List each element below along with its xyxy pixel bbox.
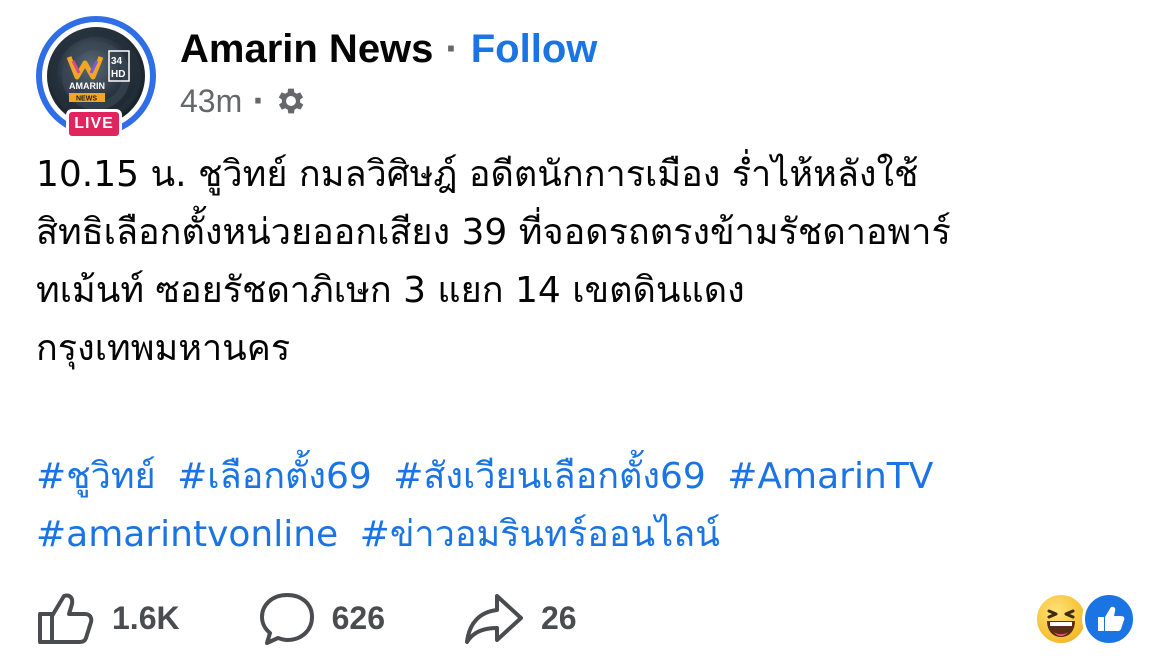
post-line: 10.15 น. ชูวิทย์ กมลวิศิษฎ์ อดีตนักการเม… <box>36 154 919 195</box>
post-message: 10.15 น. ชูวิทย์ กมลวิศิษฎ์ อดีตนักการเม… <box>36 146 1146 378</box>
thumbs-up-icon <box>36 590 96 646</box>
hashtag-link[interactable]: #สังเวียนเลือกตั้ง69 <box>393 456 706 497</box>
comment-button[interactable]: 626 <box>258 590 385 646</box>
action-bar: 1.6K 626 26 <box>36 590 577 646</box>
like-reaction-icon <box>1082 592 1136 646</box>
hashtag-row: #ชูวิทย์ #เลือกตั้ง69 #สังเวียนเลือกตั้ง… <box>36 448 1146 506</box>
hashtag-link[interactable]: #AmarinTV <box>727 456 933 497</box>
post-meta: 43m · <box>180 80 308 122</box>
post-line: สิทธิเลือกตั้งหน่วยออกเสียง 39 ที่จอดรถต… <box>36 212 951 253</box>
gear-icon[interactable] <box>274 84 308 118</box>
post-line: ทเม้นท์ ซอยรัชดาภิเษก 3 แยก 14 เขตดินแดง <box>36 270 745 311</box>
meta-separator: · <box>252 83 264 119</box>
logo-text: AMARIN <box>69 81 105 91</box>
logo-subtext: NEWS <box>76 96 97 103</box>
haha-reaction-icon <box>1034 592 1088 646</box>
hashtag-row: #amarintvonline #ข่าวอมรินทร์ออนไลน์ <box>36 506 1146 564</box>
follow-button[interactable]: Follow <box>471 27 598 72</box>
hashtag-link[interactable]: #ชูวิทย์ <box>36 456 156 497</box>
comment-count: 626 <box>331 599 385 636</box>
logo-channel-sub: HD <box>111 69 125 80</box>
hashtag-link[interactable]: #amarintvonline <box>36 514 338 555</box>
page-avatar[interactable]: AMARIN NEWS 34 HD LIVE <box>36 16 156 139</box>
post-line: กรุงเทพมหานคร <box>36 328 291 369</box>
timestamp-link[interactable]: 43m <box>180 83 242 120</box>
logo-channel: 34 <box>111 56 123 67</box>
hashtag-link[interactable]: #เลือกตั้ง69 <box>177 456 372 497</box>
hashtag-link[interactable]: #ข่าวอมรินทร์ออนไลน์ <box>360 514 720 555</box>
comment-bubble-icon <box>258 590 316 646</box>
page-name-link[interactable]: Amarin News <box>180 27 433 72</box>
reaction-summary[interactable] <box>1034 592 1138 648</box>
header-separator: · <box>445 26 459 71</box>
hashtag-list: #ชูวิทย์ #เลือกตั้ง69 #สังเวียนเลือกตั้ง… <box>36 448 1146 564</box>
share-arrow-icon <box>463 590 525 646</box>
like-count: 1.6K <box>112 599 180 636</box>
share-count: 26 <box>540 599 577 636</box>
post-header: Amarin News · Follow <box>180 24 597 74</box>
live-badge: LIVE <box>66 109 122 139</box>
like-button[interactable]: 1.6K <box>36 590 180 646</box>
share-button[interactable]: 26 <box>463 590 577 646</box>
